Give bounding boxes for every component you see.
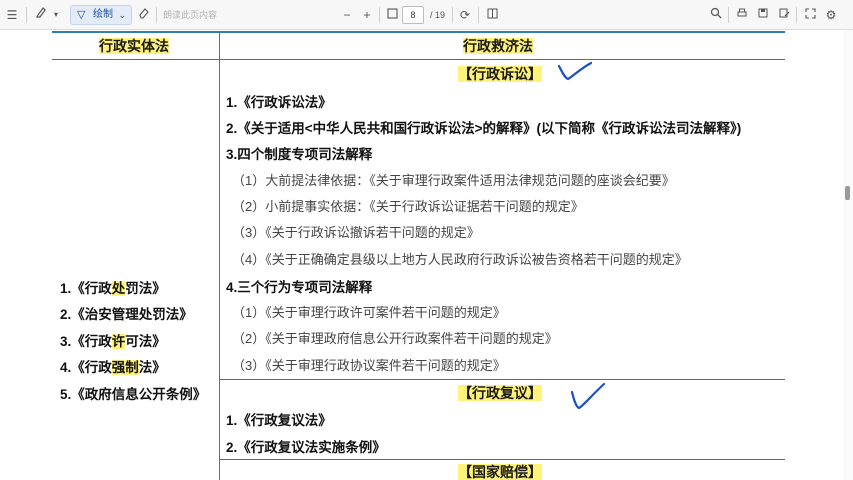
handwritten-check-icon xyxy=(570,382,606,410)
rotate-icon[interactable]: ⟳ xyxy=(456,6,474,24)
pdf-toolbar: ☰ ▾ ▽ 绘制 ⌄ 朗读此页内容 − + 8 / 19 ⟳ ⚙ xyxy=(0,0,853,30)
left-item-5: 5.《政府信息公开条例》 xyxy=(60,383,206,403)
left-item-highlight: 处 xyxy=(111,281,126,296)
litigation-item-3: 3.四个制度专项司法解释 xyxy=(226,147,373,162)
fullscreen-icon[interactable] xyxy=(801,6,819,24)
save-icon[interactable] xyxy=(754,6,772,24)
left-item-1: 1.《行政处罚法》 xyxy=(60,277,166,297)
left-item-text: 《行政 xyxy=(71,334,112,349)
left-item-text: 法》 xyxy=(138,360,166,375)
left-item-num: 3. xyxy=(60,334,72,349)
col-header-right-text: 行政救济法 xyxy=(463,38,533,54)
litigation-item-4: 4.三个行为专项司法解释 xyxy=(226,280,373,295)
litigation-item-1: 1.《行政诉讼法》 xyxy=(226,95,332,110)
litigation-title: 【行政诉讼】 xyxy=(458,64,542,84)
compensation-title: 【国家赔偿】 xyxy=(458,462,542,480)
col-header-left-text: 行政实体法 xyxy=(99,38,169,54)
document-page: 行政实体法 行政救济法 【行政诉讼】 1.《行政诉讼法》 2.《关于适用<中华人… xyxy=(0,30,853,480)
litigation-sub-b1: （1）《关于审理行政许可案件若干问题的规定》 xyxy=(232,305,506,320)
reconsideration-item-1: 1.《行政复议法》 xyxy=(226,413,332,428)
litigation-sub-a3: （3）《关于行政诉讼撤诉若干问题的规定》 xyxy=(232,225,480,240)
reconsideration-title-text: 【行政复议】 xyxy=(458,385,542,401)
page-number-input[interactable]: 8 xyxy=(402,6,424,24)
reconsideration-item-2: 2.《行政复议法实施条例》 xyxy=(226,440,386,455)
litigation-sub-b3: （3）《关于审理行政协议案件若干问题的规定》 xyxy=(232,358,506,373)
draw-button[interactable]: ▽ 绘制 ⌄ xyxy=(70,5,132,25)
print-icon[interactable] xyxy=(733,6,751,24)
header-bottom-border xyxy=(52,59,785,60)
handwritten-check-icon xyxy=(557,61,593,81)
left-item-highlight: 许 xyxy=(111,334,126,349)
left-item-highlight: 强制 xyxy=(111,360,139,375)
chevron-down-icon[interactable]: ▾ xyxy=(51,6,61,24)
page-total: / 19 xyxy=(430,10,446,20)
left-item-num: 5. xyxy=(60,387,72,402)
page-view-icon[interactable] xyxy=(483,6,501,24)
left-item-text: 《治安管理处罚法》 xyxy=(71,307,193,322)
left-item-4: 4.《行政强制法》 xyxy=(60,356,166,376)
left-item-num: 4. xyxy=(60,360,72,375)
read-aloud-input[interactable]: 朗读此页内容 xyxy=(163,6,217,24)
column-divider xyxy=(219,31,220,480)
left-item-text: 《行政 xyxy=(71,360,112,375)
toolbar-divider xyxy=(728,7,729,23)
scrollbar-track[interactable] xyxy=(843,30,853,480)
litigation-sub-a1: （1）大前提法律依据：《关于审理行政案件适用法律规范问题的座谈会纪要》 xyxy=(232,173,675,188)
draw-label: 绘制 xyxy=(93,9,113,20)
settings-icon[interactable]: ⚙ xyxy=(822,6,840,24)
toolbar-divider xyxy=(452,7,453,23)
litigation-sub-a4: （4）《关于正确确定县级以上地方人民政府行政诉讼被告资格若干问题的规定》 xyxy=(232,252,688,267)
chevron-down-icon: ⌄ xyxy=(118,10,126,20)
compensation-title-text: 【国家赔偿】 xyxy=(458,464,542,480)
left-item-3: 3.《行政许可法》 xyxy=(60,330,166,350)
reconsideration-divider xyxy=(220,379,785,380)
toolbar-divider xyxy=(379,7,380,23)
col-header-right: 行政救济法 xyxy=(463,36,533,56)
toolbar-divider xyxy=(796,7,797,23)
toolbar-divider xyxy=(26,7,27,23)
litigation-title-text: 【行政诉讼】 xyxy=(458,66,542,82)
reconsideration-title: 【行政复议】 xyxy=(458,383,542,403)
left-item-2: 2.《治安管理处罚法》 xyxy=(60,303,193,323)
left-item-num: 2. xyxy=(60,307,72,322)
litigation-sub-b2: （2）《关于审理政府信息公开行政案件若干问题的规定》 xyxy=(232,331,558,346)
zoom-out-button[interactable]: − xyxy=(338,6,356,24)
table-top-border xyxy=(52,31,785,33)
litigation-item-2: 2.《关于适用<中华人民共和国行政诉讼法>的解释》(以下简称《行政诉讼法司法解释… xyxy=(226,121,742,136)
search-icon[interactable] xyxy=(707,6,725,24)
fit-page-icon[interactable] xyxy=(383,6,401,24)
menu-icon[interactable]: ☰ xyxy=(3,6,21,24)
compensation-divider xyxy=(220,459,785,460)
eraser-icon[interactable] xyxy=(135,6,153,24)
zoom-in-button[interactable]: + xyxy=(358,6,376,24)
highlighter-icon[interactable] xyxy=(32,6,50,24)
left-item-text: 罚法》 xyxy=(125,281,166,296)
litigation-sub-a2: （2）小前提事实依据：《关于行政诉讼证据若干问题的规定》 xyxy=(232,199,584,214)
col-header-left: 行政实体法 xyxy=(99,36,169,56)
save-as-icon[interactable] xyxy=(775,6,793,24)
draw-icon: ▽ xyxy=(77,9,86,21)
toolbar-divider xyxy=(156,7,157,23)
scrollbar-thumb[interactable] xyxy=(845,186,850,200)
left-item-text: 可法》 xyxy=(125,334,166,349)
left-item-text: 《政府信息公开条例》 xyxy=(71,387,207,402)
left-item-text: 《行政 xyxy=(71,281,112,296)
toolbar-divider xyxy=(478,7,479,23)
left-item-num: 1. xyxy=(60,281,72,296)
